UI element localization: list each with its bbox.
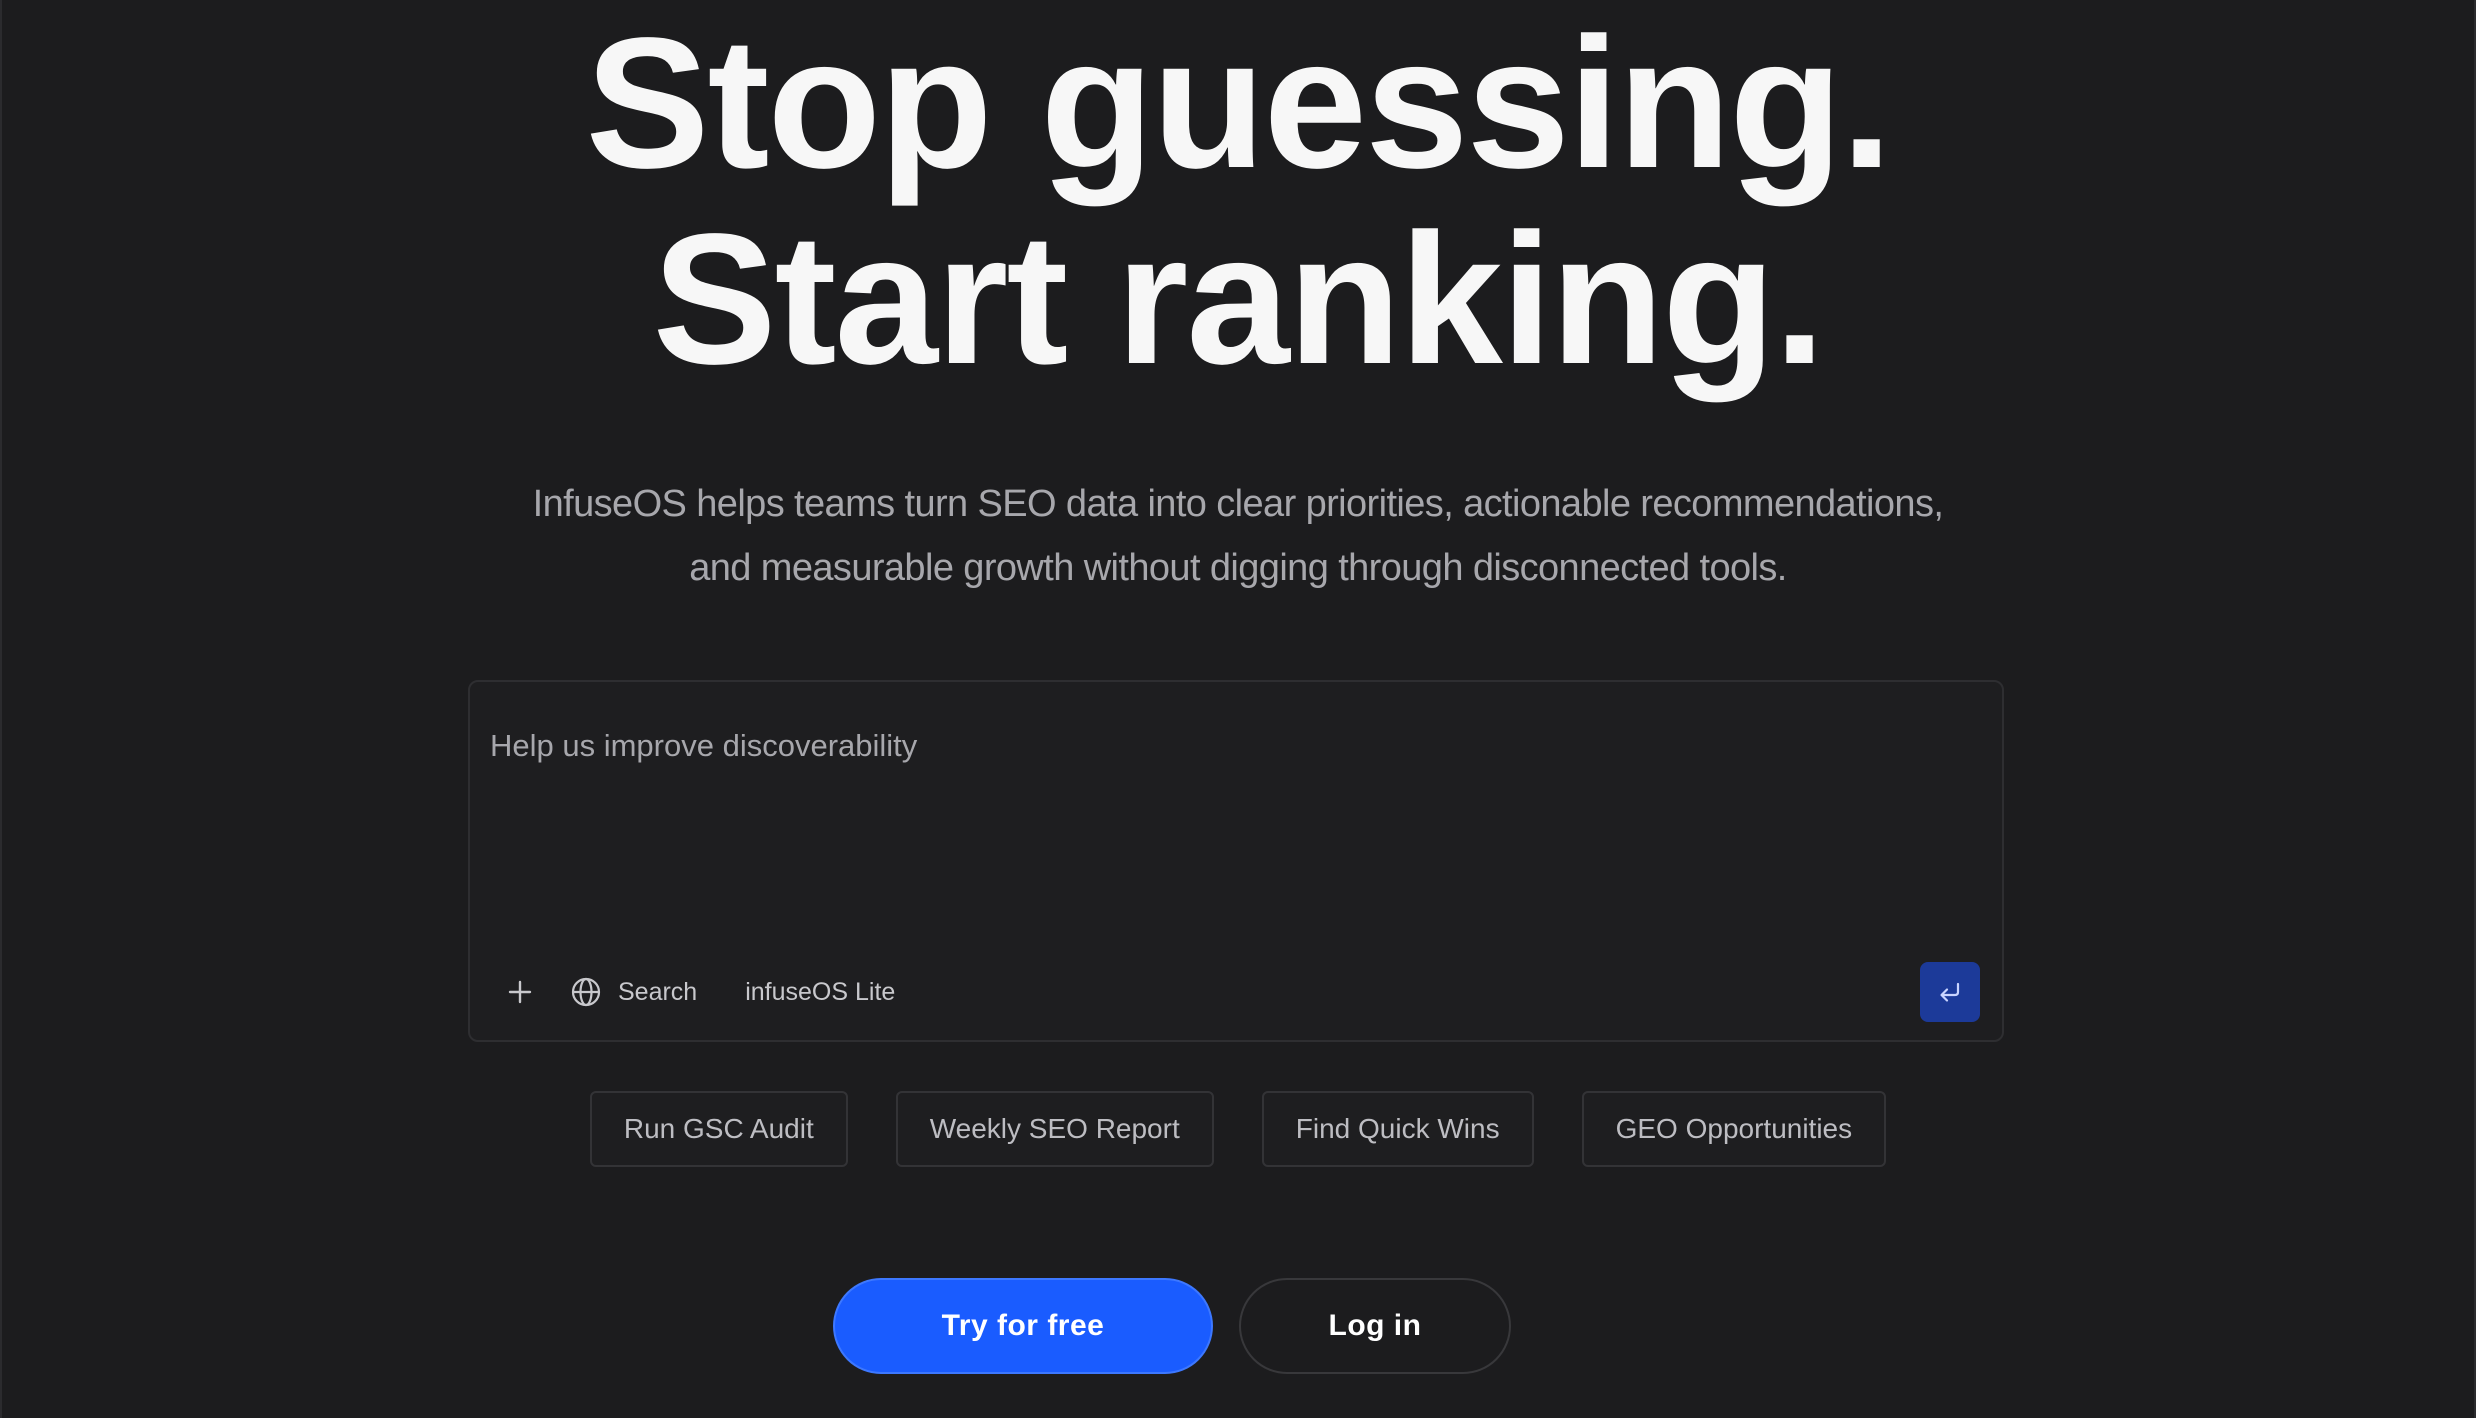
subtitle-line-2: and measurable growth without digging th… — [689, 547, 1787, 589]
search-label: Search — [618, 977, 698, 1006]
log-in-button[interactable]: Log in — [1239, 1278, 1511, 1374]
model-label: infuseOS Lite — [745, 977, 896, 1006]
hero-subtitle: InfuseOS helps teams turn SEO data into … — [2, 472, 2474, 600]
search-toggle-button[interactable]: Search — [570, 967, 697, 1017]
chip-geo-opportunities[interactable]: GEO Opportunities — [1581, 1091, 1887, 1167]
chip-run-gsc-audit[interactable]: Run GSC Audit — [589, 1091, 848, 1167]
chip-weekly-seo-report[interactable]: Weekly SEO Report — [895, 1091, 1214, 1167]
prompt-input[interactable] — [490, 716, 1970, 776]
prompt-toolbar: Search infuseOS Lite — [490, 962, 1980, 1022]
chip-find-quick-wins[interactable]: Find Quick Wins — [1261, 1091, 1534, 1167]
cta-row: Try for free Log in — [2, 1278, 2474, 1374]
prompt-box: Search infuseOS Lite — [468, 680, 2004, 1042]
hero-headline: Stop guessing. Start ranking. — [2, 6, 2474, 398]
globe-icon — [571, 977, 601, 1007]
model-selector[interactable]: infuseOS Lite — [745, 967, 895, 1017]
suggestion-chips: Run GSC Audit Weekly SEO Report Find Qui… — [2, 1091, 2474, 1167]
plus-icon — [508, 980, 532, 1004]
headline-line-1: Stop guessing. — [585, 0, 1892, 207]
enter-return-icon — [1940, 982, 1960, 1002]
landing-page: Stop guessing. Start ranking. InfuseOS h… — [0, 0, 2476, 1418]
submit-button[interactable] — [1920, 962, 1980, 1022]
subtitle-line-1: InfuseOS helps teams turn SEO data into … — [532, 483, 1944, 525]
add-attachment-button[interactable] — [490, 967, 550, 1017]
try-for-free-button[interactable]: Try for free — [833, 1278, 1213, 1374]
headline-line-2: Start ranking. — [652, 196, 1826, 403]
